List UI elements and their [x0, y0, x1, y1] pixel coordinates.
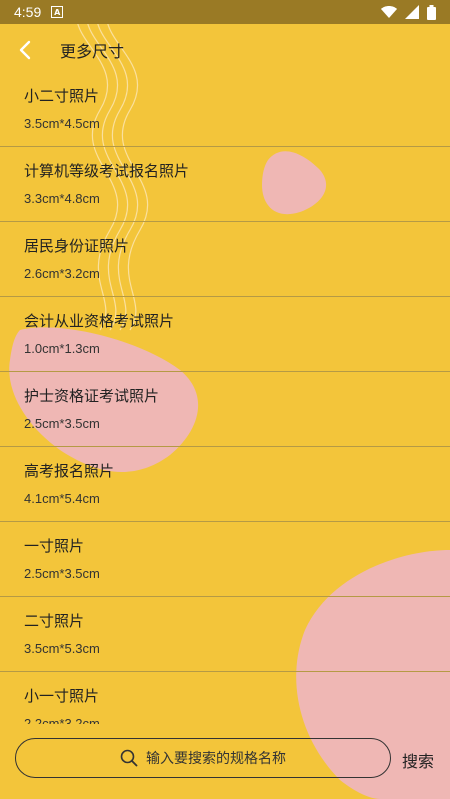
page-title: 更多尺寸 — [60, 42, 125, 61]
list-item[interactable]: 二寸照片 3.5cm*5.3cm — [0, 597, 450, 672]
item-name: 计算机等级考试报名照片 — [24, 162, 190, 180]
item-size: 3.5cm*4.5cm — [24, 116, 100, 131]
wifi-icon — [381, 6, 397, 18]
back-button[interactable] — [0, 24, 50, 76]
item-name: 小一寸照片 — [24, 687, 100, 705]
item-name: 护士资格证考试照片 — [24, 387, 160, 405]
item-size: 2.6cm*3.2cm — [24, 266, 100, 281]
item-name: 会计从业资格考试照片 — [24, 312, 175, 330]
item-size: 3.5cm*5.3cm — [24, 641, 100, 656]
item-name: 二寸照片 — [24, 612, 85, 630]
list-item[interactable]: 居民身份证照片 2.6cm*3.2cm — [0, 222, 450, 297]
item-name: 居民身份证照片 — [24, 237, 130, 255]
item-size: 2.5cm*3.5cm — [24, 566, 100, 581]
item-name: 一寸照片 — [24, 537, 85, 555]
list-item[interactable]: 计算机等级考试报名照片 3.3cm*4.8cm — [0, 147, 450, 222]
search-button[interactable]: 搜索 — [402, 748, 434, 772]
item-size: 2.2cm*3.2cm — [24, 716, 100, 724]
signal-icon — [405, 5, 419, 19]
item-size: 3.3cm*4.8cm — [24, 191, 100, 206]
list-item[interactable]: 会计从业资格考试照片 1.0cm*1.3cm — [0, 297, 450, 372]
search-icon — [120, 749, 138, 767]
list-item[interactable]: 小一寸照片 2.2cm*3.2cm — [0, 672, 450, 724]
chevron-left-icon — [19, 40, 31, 60]
notification-icon: A — [51, 6, 64, 18]
status-time: 4:59 — [14, 4, 42, 20]
item-size: 1.0cm*1.3cm — [24, 341, 100, 356]
item-name: 高考报名照片 — [24, 462, 115, 480]
battery-icon — [427, 4, 436, 20]
list-item[interactable]: 小二寸照片 3.5cm*4.5cm — [0, 72, 450, 147]
search-placeholder: 输入要搜索的规格名称 — [146, 751, 286, 767]
list-item[interactable]: 高考报名照片 4.1cm*5.4cm — [0, 447, 450, 522]
status-bar: 4:59 A — [0, 0, 450, 24]
item-size: 4.1cm*5.4cm — [24, 491, 100, 506]
list-item[interactable]: 一寸照片 2.5cm*3.5cm — [0, 522, 450, 597]
list-item[interactable]: 护士资格证考试照片 2.5cm*3.5cm — [0, 372, 450, 447]
search-input[interactable]: 输入要搜索的规格名称 — [15, 738, 391, 778]
item-size: 2.5cm*3.5cm — [24, 416, 100, 431]
size-list: 小二寸照片 3.5cm*4.5cm 计算机等级考试报名照片 3.3cm*4.8cm … — [0, 72, 450, 724]
header-bar: 更多尺寸 — [0, 24, 450, 76]
item-name: 小二寸照片 — [24, 87, 100, 105]
